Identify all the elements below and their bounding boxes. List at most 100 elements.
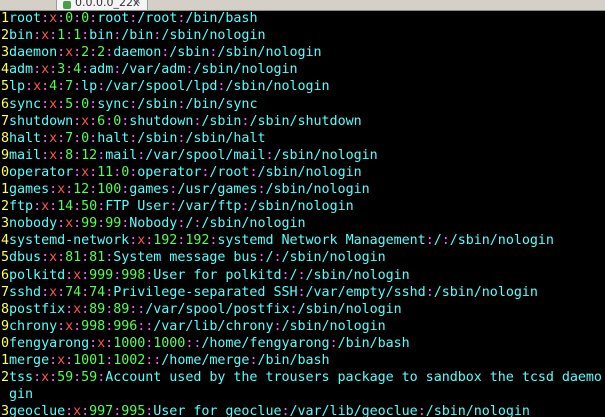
user-field: nobody [9, 216, 58, 232]
password-field: x [49, 250, 58, 266]
gid-field: 0 [81, 11, 90, 26]
separator: : [73, 130, 82, 146]
line-number: 2 [1, 370, 10, 386]
separator: : [33, 28, 42, 44]
separator: : [57, 45, 66, 61]
user-field: adm [9, 62, 34, 78]
password-field: x [41, 199, 50, 215]
uid-field: 14 [57, 199, 74, 215]
password-field: x [73, 267, 82, 283]
terminal-icon [63, 1, 71, 9]
separator: : [81, 28, 90, 44]
separator: : [329, 335, 338, 351]
close-icon[interactable]: × [133, 0, 141, 7]
user-field: shutdown [9, 113, 74, 129]
password-field: x [97, 335, 106, 351]
line-number: 9 [1, 147, 10, 163]
separator: : [89, 96, 98, 112]
separator: : [81, 267, 90, 283]
terminal-line: 2ftp:x:14:50:FTP User:/var/ftp:/sbin/nol… [1, 198, 354, 215]
gecos-field: User for geoclue [153, 404, 282, 417]
separator: : [73, 216, 82, 232]
gecos-field: systemd Network Management [217, 233, 426, 249]
separator: : [41, 79, 50, 95]
separator: : [89, 182, 98, 197]
gid-field: 1 [73, 28, 82, 44]
terminal-line: 8halt:x:7:0:halt:/sbin:/sbin/halt [1, 130, 266, 147]
separator: : [105, 335, 114, 351]
separator: : [49, 199, 58, 215]
separator: : [105, 301, 114, 317]
gid-field: 2 [97, 45, 106, 61]
terminal-line: gin [1, 386, 33, 403]
terminal-line: 0fengyarong:x:1000:1000::/home/fengyaron… [1, 335, 410, 352]
user-field: halt [9, 130, 42, 146]
gid-field: 192 [185, 233, 210, 249]
home-field: /home/merge [161, 353, 250, 368]
separator: : [41, 284, 50, 300]
separator: : [41, 130, 50, 146]
gecos-field: Nobody [129, 216, 178, 232]
gid-field: 1000 [153, 335, 186, 351]
terminal-output[interactable]: 1root:x:0:0:root:/root:/bin/bash 2bin:x:1… [0, 10, 605, 417]
line-number: 2 [1, 28, 10, 44]
user-field: geoclue [9, 404, 66, 417]
separator: : [41, 11, 50, 26]
user-field: games [9, 182, 50, 197]
separator: : [57, 96, 66, 112]
separator: : [65, 62, 74, 78]
separator: : [97, 199, 106, 215]
separator: : [73, 199, 82, 215]
uid-field: 999 [89, 267, 114, 283]
shell-field: /sbin/nologin [273, 147, 378, 163]
home-field: /var/lib/chrony [153, 318, 274, 334]
home-field: /sbin [137, 96, 178, 112]
separator: : [281, 267, 290, 283]
separator: : [33, 199, 42, 215]
shell-field: /bin/bash [185, 11, 258, 26]
home-field: / [289, 267, 298, 283]
separator: : [81, 284, 90, 300]
terminal-line: 1games:x:12:100:games:/usr/games:/sbin/n… [1, 181, 370, 198]
password-field: x [57, 182, 66, 197]
separator: : [81, 250, 90, 266]
line-number: 4 [1, 62, 10, 78]
uid-field: 89 [89, 301, 106, 317]
user-field: fengyarong [9, 335, 90, 351]
separator: : [89, 113, 98, 129]
password-field: x [73, 301, 82, 317]
user-field: dbus [9, 250, 42, 266]
gid-field: 0 [81, 130, 90, 146]
gid-field: 99 [105, 216, 122, 232]
separator: : [41, 147, 50, 163]
separator: : [73, 96, 82, 112]
gid-field: 1002 [113, 353, 146, 368]
terminal-line: 3daemon:x:2:2:daemon:/sbin:/sbin/nologin [1, 44, 322, 61]
password-field: x [65, 318, 74, 334]
user-field: merge [9, 353, 50, 368]
home-field: /var/empty/sshd [305, 284, 426, 300]
line-number: 1 [1, 182, 10, 197]
line-number: 3 [1, 404, 10, 417]
uid-field: 74 [65, 284, 82, 300]
separator: : [73, 147, 82, 163]
line-number: 0 [1, 335, 10, 351]
home-field: /sbin [169, 45, 210, 61]
line-number: 1 [1, 353, 10, 368]
line-number: 8 [1, 130, 10, 146]
gid-field: 100 [97, 182, 122, 197]
separator: : [57, 79, 66, 95]
terminal-line: 6polkitd:x:999:998:User for polkitd:/:/s… [1, 267, 410, 284]
gecos-field: bin [89, 28, 114, 44]
separator: : [49, 28, 58, 44]
terminal-line: 2bin:x:1:1:bin:/bin:/sbin/nologin [1, 27, 266, 44]
separator: : [73, 45, 82, 61]
separator: : [49, 182, 58, 197]
user-field: mail [9, 147, 42, 163]
terminal-line: 7shutdown:x:6:0:shutdown:/sbin:/sbin/shu… [1, 113, 362, 130]
uid-field: 8 [65, 147, 74, 163]
uid-field: 7 [65, 130, 74, 146]
separator: : [297, 284, 306, 300]
separator: : [73, 318, 82, 334]
shell-field: /sbin/nologin [265, 182, 370, 197]
